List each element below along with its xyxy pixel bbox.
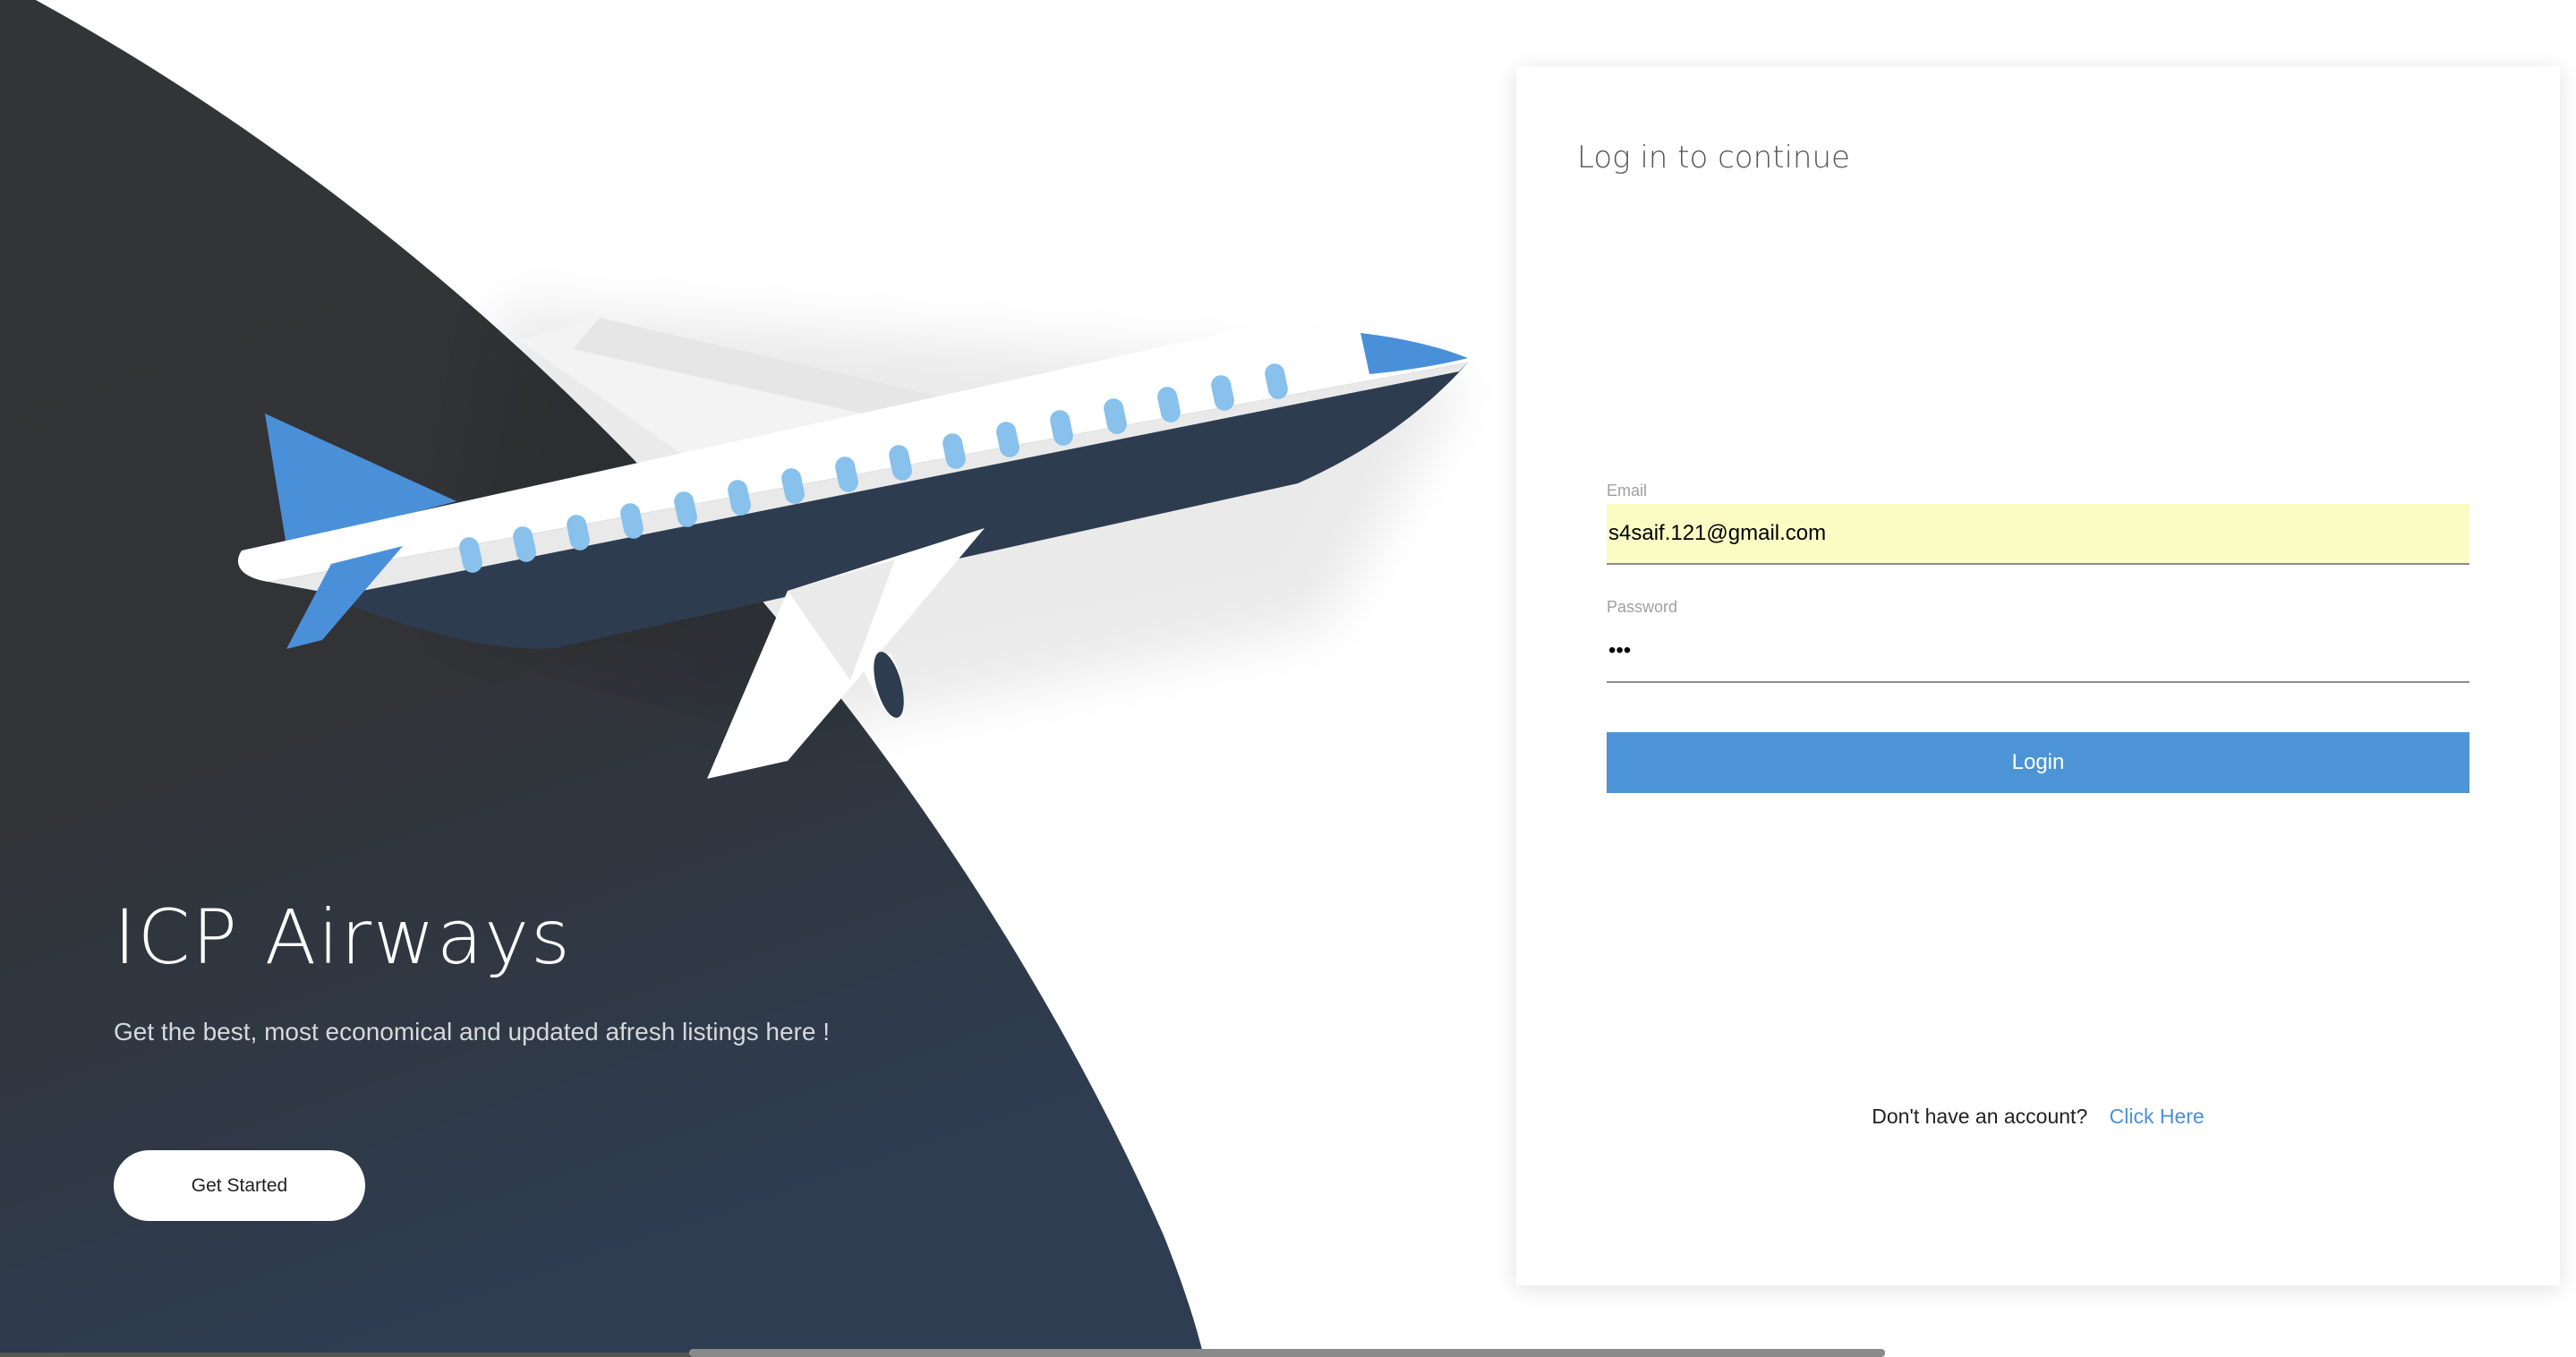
password-field-group: Password [1607, 598, 2469, 683]
email-label: Email [1607, 482, 1648, 499]
login-card: Log in to continue Email Password Login … [1516, 66, 2560, 1285]
password-label: Password [1607, 598, 1678, 616]
scrollbar-track [0, 1353, 689, 1357]
login-heading: Log in to continue [1577, 140, 1850, 175]
password-field[interactable] [1607, 620, 2469, 683]
login-button[interactable]: Login [1607, 732, 2469, 793]
horizontal-scrollbar[interactable] [689, 1349, 1885, 1357]
signup-prompt: Don't have an account? [1872, 1105, 2088, 1128]
signup-link[interactable]: Click Here [2110, 1105, 2205, 1128]
brand-title: ICP Airways [114, 893, 572, 981]
signup-row: Don't have an account? Click Here [1516, 1105, 2560, 1129]
email-field-group: Email [1607, 482, 2469, 565]
landing-page: ICP Airways Get the best, most economica… [0, 0, 2576, 1357]
brand-tagline: Get the best, most economical and update… [114, 1018, 831, 1045]
email-field[interactable] [1607, 504, 2469, 565]
get-started-button[interactable]: Get Started [114, 1150, 365, 1221]
